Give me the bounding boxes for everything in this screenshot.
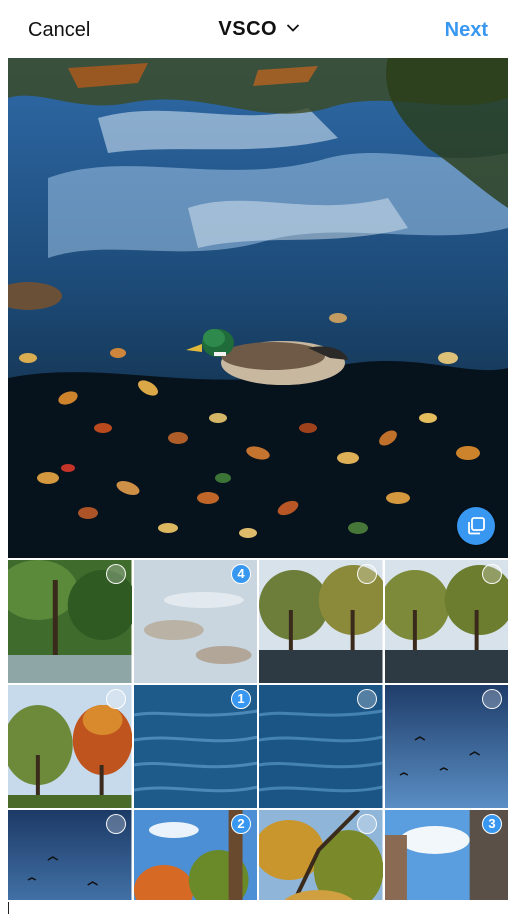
grid-thumbnail[interactable] (8, 560, 132, 683)
select-multiple-button[interactable] (457, 507, 495, 545)
selection-badge[interactable]: 2 (231, 814, 251, 834)
scroll-indicator (8, 902, 9, 914)
select-multiple-icon (468, 517, 485, 535)
grid-thumbnail[interactable] (384, 685, 508, 808)
selection-circle[interactable] (482, 564, 502, 584)
grid-thumbnail[interactable]: 2 (133, 810, 257, 900)
bottom-bar (0, 900, 518, 914)
selection-circle[interactable] (356, 564, 377, 584)
top-bar: Cancel VSCO Next (0, 0, 518, 58)
selection-badge[interactable]: 3 (482, 814, 502, 834)
photo-grid: 4 1 2 3 (8, 560, 508, 900)
chevron-down-icon (286, 23, 299, 32)
selection-circle[interactable] (482, 689, 502, 709)
album-selector[interactable]: VSCO (0, 18, 518, 41)
grid-thumbnail[interactable]: 1 (133, 685, 257, 808)
grid-thumbnail[interactable] (8, 685, 132, 808)
grid-thumbnail[interactable]: 3 (384, 810, 508, 900)
selection-badge[interactable]: 1 (231, 689, 251, 709)
grid-thumbnail[interactable] (259, 685, 383, 808)
album-title: VSCO (218, 18, 278, 40)
grid-thumbnail[interactable]: 4 (133, 560, 257, 683)
selection-circle[interactable] (105, 814, 126, 834)
grid-thumbnail[interactable] (259, 560, 383, 683)
grid-thumbnail[interactable] (384, 560, 508, 683)
selection-badge[interactable]: 4 (231, 564, 251, 584)
preview-image (8, 58, 508, 558)
selection-circle[interactable] (105, 689, 126, 709)
next-button[interactable]: Next (445, 19, 488, 42)
selection-circle[interactable] (105, 564, 126, 584)
selection-circle[interactable] (356, 689, 377, 709)
selection-circle[interactable] (356, 814, 377, 834)
photo-preview[interactable] (8, 58, 508, 558)
grid-thumbnail[interactable] (259, 810, 383, 900)
grid-thumbnail[interactable] (8, 810, 132, 900)
